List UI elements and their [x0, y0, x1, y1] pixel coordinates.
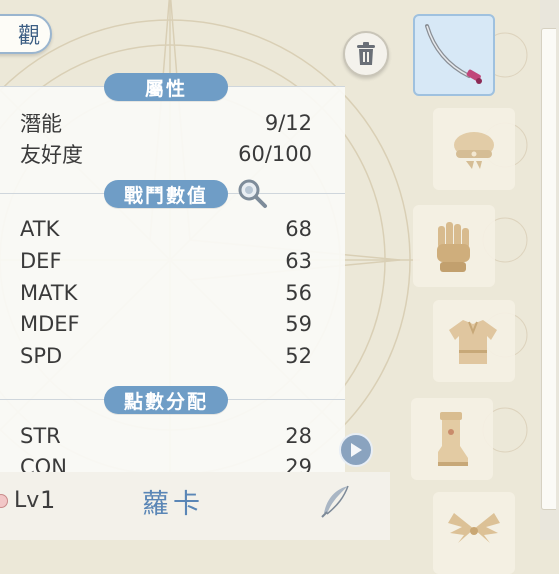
stat-label: STR — [20, 424, 61, 448]
view-toggle-button[interactable]: 觀 — [0, 14, 52, 54]
equip-slot-body[interactable] — [433, 300, 515, 382]
stat-label: DEF — [20, 249, 62, 273]
glove-icon — [437, 222, 470, 272]
sword-icon — [425, 24, 482, 84]
stat-value: 63 — [285, 249, 312, 273]
stat-label: ATK — [20, 217, 60, 241]
section-title-attributes: 屬性 — [104, 73, 228, 101]
section-title-battle: 戰鬥數值 — [104, 180, 228, 208]
stat-label: 潛能 — [20, 112, 62, 136]
view-button-label: 觀 — [17, 24, 40, 49]
hat-icon — [454, 132, 494, 169]
next-page-button[interactable] — [339, 433, 373, 467]
section-title-points: 點數分配 — [104, 386, 228, 414]
stat-panel[interactable]: 潛能 9/12 友好度 60/100 ATK 68 DEF 63 MATK 56… — [0, 86, 345, 472]
shirt-icon — [449, 320, 497, 364]
stat-value: 60/100 — [238, 142, 312, 166]
stat-value: 29 — [285, 455, 312, 472]
equip-slot-accessory[interactable] — [433, 492, 515, 574]
stat-label: 友好度 — [20, 143, 83, 167]
stat-row-mdef: MDEF 59 — [20, 309, 312, 339]
stat-row-con: CON 29 — [20, 452, 312, 472]
feather-edit-icon[interactable] — [318, 483, 354, 519]
next-card-peek[interactable] — [541, 28, 556, 510]
magnifier-icon[interactable] — [236, 177, 268, 209]
stat-value: 28 — [285, 424, 312, 448]
character-name: 蘿卡 — [142, 489, 204, 520]
equip-slot-head[interactable] — [433, 108, 515, 190]
equip-slot-feet[interactable] — [411, 398, 493, 480]
stat-value: 52 — [285, 344, 312, 368]
stat-row-atk: ATK 68 — [20, 214, 312, 244]
stat-label: MATK — [20, 281, 78, 305]
equip-slot-weapon[interactable] — [413, 14, 495, 96]
play-arrow-icon — [351, 443, 362, 457]
stat-row-friendship: 友好度 60/100 — [20, 139, 312, 169]
stat-row-str: STR 28 — [20, 421, 312, 451]
trash-icon — [357, 42, 375, 65]
level-prefix: Lv — [14, 488, 40, 513]
stat-label: SPD — [20, 344, 63, 368]
stat-row-potential: 潛能 9/12 — [20, 108, 312, 138]
stat-row-matk: MATK 56 — [20, 278, 312, 308]
stat-value: 9/12 — [264, 111, 312, 135]
stat-row-def: DEF 63 — [20, 246, 312, 276]
section-title-text: 點數分配 — [123, 390, 208, 413]
stat-value: 56 — [285, 281, 312, 305]
section-title-text: 戰鬥數值 — [123, 184, 208, 207]
stat-label: CON — [20, 455, 67, 472]
equip-slot-hands[interactable] — [413, 205, 495, 287]
boot-icon — [438, 412, 468, 466]
delete-button[interactable] — [343, 31, 389, 77]
section-title-text: 屬性 — [144, 77, 187, 100]
wings-icon — [448, 513, 500, 543]
level-value: 1 — [40, 486, 56, 514]
stat-value: 68 — [285, 217, 312, 241]
stat-value: 59 — [285, 312, 312, 336]
stat-row-spd: SPD 52 — [20, 341, 312, 371]
stat-label: MDEF — [20, 312, 80, 336]
